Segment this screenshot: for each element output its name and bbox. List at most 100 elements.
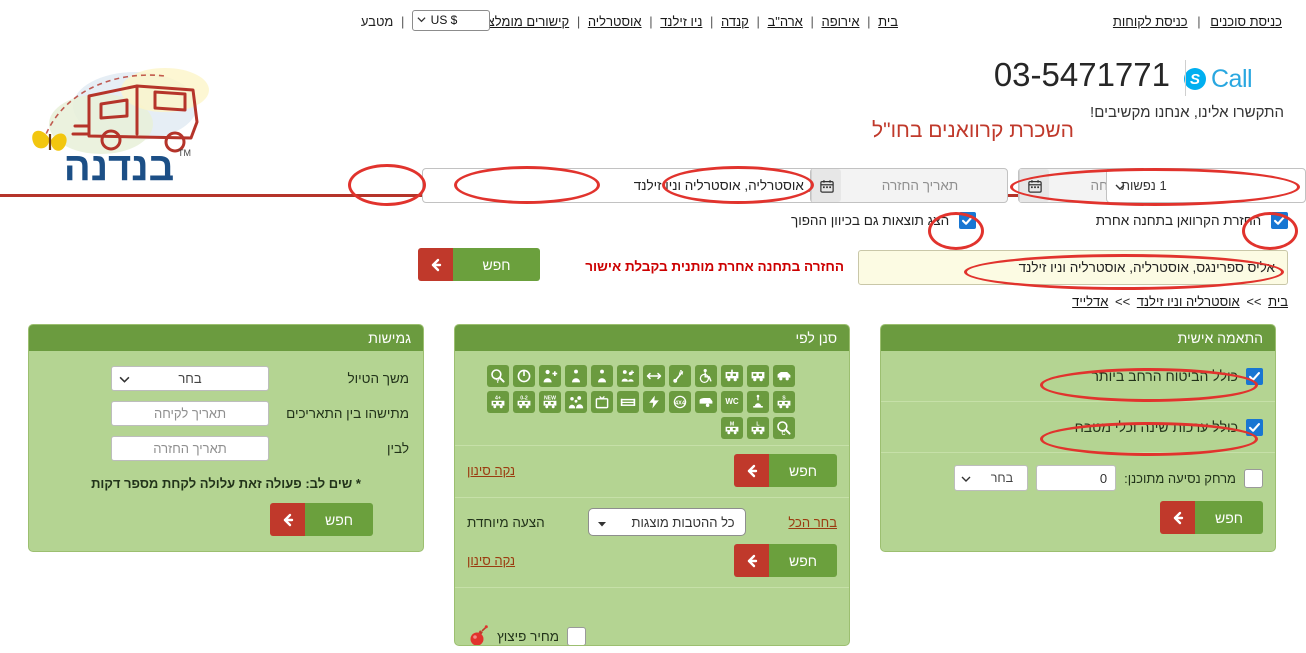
passengers-select[interactable]: 1 נפשות (1106, 168, 1306, 203)
camper-l-icon[interactable]: L (747, 417, 769, 439)
nav-item-europe[interactable]: אירופה (821, 14, 859, 29)
different-station-checkbox[interactable] (1271, 212, 1288, 229)
insurance-option-row[interactable]: כולל הביטוח הרחב ביותר (881, 351, 1275, 402)
special-offer-search-label: חפש (769, 544, 837, 577)
nav-item-australia[interactable]: אוסטרליה (588, 14, 642, 29)
calendar-icon[interactable] (1019, 169, 1049, 202)
clear-filter-link[interactable]: נקה סינון (467, 463, 515, 478)
boom-price-row: מחיר פיצוץ (455, 588, 849, 645)
svg-text:A: A (679, 369, 684, 376)
automatic-transmission-icon[interactable]: A (669, 365, 691, 387)
select-all-link[interactable]: בחר הכל (788, 515, 837, 530)
currency-select[interactable]: US $ (412, 10, 490, 31)
site-slogan: השכרת קרוואנים בחו"ל (871, 119, 1074, 142)
extendable-icon[interactable] (643, 365, 665, 387)
bedding-checkbox[interactable] (1246, 418, 1263, 436)
breadcrumb-item-region[interactable]: אוסטרליה וניו זילנד (1137, 294, 1240, 309)
skype-call-block[interactable]: Call (1184, 62, 1284, 96)
wc-icon-text: WC (725, 397, 739, 406)
nav-item-new-zealand[interactable]: ניו זילנד (660, 14, 702, 29)
camper-m-icon[interactable]: M (721, 417, 743, 439)
currency-label: מטבע (360, 14, 394, 29)
arrow-left-icon (270, 503, 305, 536)
nav-separator: | (649, 14, 653, 29)
reverse-direction-checkbox[interactable] (959, 212, 976, 229)
distance-unit-value: בחר (990, 471, 1014, 485)
family-plus-icon[interactable] (617, 365, 639, 387)
shower-icon[interactable] (747, 391, 769, 413)
personal-search-button[interactable]: חפש (1160, 501, 1263, 534)
svg-text:C: C (782, 431, 786, 436)
between-to-placeholder: תאריך החזרה (153, 441, 227, 456)
dropoff-location-value: אליס ספרינגס, אוסטרליה, אוסטרליה וניו זי… (1018, 260, 1275, 275)
breadcrumb-item-city[interactable]: אדלייד (1072, 294, 1108, 309)
special-offer-label: הצעה מיוחדת (467, 514, 545, 530)
special-offer-row: בחר הכל כל ההטבות מוצגות הצעה מיוחדת חפש (455, 498, 849, 588)
person-plus-icon[interactable] (539, 365, 561, 387)
boom-price-checkbox[interactable] (567, 626, 587, 645)
flex-note: * שים לב: פעולה זאת עלולה לקחת מספר דקות (91, 476, 361, 491)
age-0-2-icon[interactable]: 0-2 (513, 391, 535, 413)
berths-x3-icon[interactable] (591, 365, 613, 387)
quality-c-icon[interactable]: C (773, 417, 795, 439)
filter-grid-footer: חפש נקה סינון (455, 446, 849, 498)
main-search-button[interactable]: חפש (418, 248, 540, 281)
trip-duration-select[interactable]: בחר (111, 366, 269, 391)
between-to-input[interactable]: תאריך החזרה (111, 436, 269, 461)
special-offer-select[interactable]: כל ההטבות מוצגות (587, 508, 746, 536)
bed-icon[interactable] (617, 391, 639, 413)
svg-text:0-2: 0-2 (520, 396, 528, 402)
nav-separator: | (867, 14, 871, 29)
nav-item-usa[interactable]: ארה"ב (767, 14, 802, 29)
family-group-icon[interactable] (565, 391, 587, 413)
clear-filter-link-2[interactable]: נקה סינון (467, 553, 515, 568)
tv-icon[interactable] (591, 391, 613, 413)
trip-duration-label: משך הטיול (347, 371, 410, 386)
between-from-input[interactable]: תאריך לקיחה (111, 401, 269, 426)
svg-text:S: S (782, 396, 786, 402)
electricity-icon[interactable] (643, 391, 665, 413)
wc-icon[interactable]: WC (721, 391, 743, 413)
customers-login-link[interactable]: כניסת לקוחות (1113, 14, 1188, 29)
chevron-down-icon (1115, 184, 1125, 190)
agents-login-link[interactable]: כניסת סוכנים (1210, 14, 1282, 29)
reverse-direction-label: הצג תוצאות גם בכיוון ההפוך (790, 213, 950, 228)
reverse-direction-checkbox-row[interactable]: הצג תוצאות גם בכיוון ההפוך (791, 212, 976, 229)
between-to-row: לבין תאריך החזרה (29, 433, 423, 464)
flex-search-button[interactable]: חפש (270, 503, 373, 536)
four-by-four-icon[interactable]: 4X4 (669, 391, 691, 413)
distance-unit-select[interactable]: בחר (954, 465, 1029, 491)
calendar-icon[interactable] (811, 169, 841, 202)
berths-2plus2-icon[interactable] (565, 365, 587, 387)
breadcrumb-item-home[interactable]: בית (1268, 294, 1288, 309)
motorhome-icon[interactable] (721, 365, 743, 387)
nav-item-home[interactable]: בית (878, 14, 898, 29)
return-date-input[interactable]: תאריך החזרה (810, 168, 1008, 203)
pickup-location-input[interactable]: אדלייד, אוסטרליה, אוסטרליה וניו זילנד (422, 168, 862, 203)
different-station-checkbox-row[interactable]: החזרת הקרוואן בתחנה אחרת (1096, 212, 1288, 229)
camper-s-icon[interactable]: S (773, 391, 795, 413)
special-offer-search-button[interactable]: חפש (734, 544, 837, 577)
planned-distance-checkbox[interactable] (1244, 468, 1263, 488)
van-icon[interactable] (773, 365, 795, 387)
new-vehicle-icon[interactable]: NEW (539, 391, 561, 413)
circle-icon[interactable] (513, 365, 535, 387)
butterfly-icon (32, 130, 67, 151)
bedding-option-row[interactable]: כולל ערכות שינה וכלי מטבח (881, 402, 1275, 453)
trailer-icon[interactable] (695, 391, 717, 413)
planned-distance-input[interactable]: 0 (1036, 465, 1117, 491)
camper-icon[interactable] (747, 365, 769, 387)
vertical-divider (1185, 60, 1186, 96)
special-offer-value: כל ההטבות מוצגות (631, 514, 735, 530)
top-bar: כניסת סוכנים | כניסת לקוחות בית | אירופה… (0, 0, 1306, 40)
filter-search-button[interactable]: חפש (734, 454, 837, 487)
nav-item-canada[interactable]: קנדה (721, 14, 749, 29)
insurance-checkbox[interactable] (1246, 367, 1263, 385)
wheelchair-icon[interactable] (695, 365, 717, 387)
dropoff-location-input[interactable]: אליס ספרינגס, אוסטרליה, אוסטרליה וניו זי… (858, 250, 1288, 285)
berths-plus4-icon[interactable]: +4 (487, 391, 509, 413)
passengers-value: 1 נפשות (1121, 178, 1167, 193)
skype-call-label: Call (1211, 64, 1253, 93)
check-icon (1248, 422, 1261, 432)
quality-y-icon[interactable]: Y (487, 365, 509, 387)
